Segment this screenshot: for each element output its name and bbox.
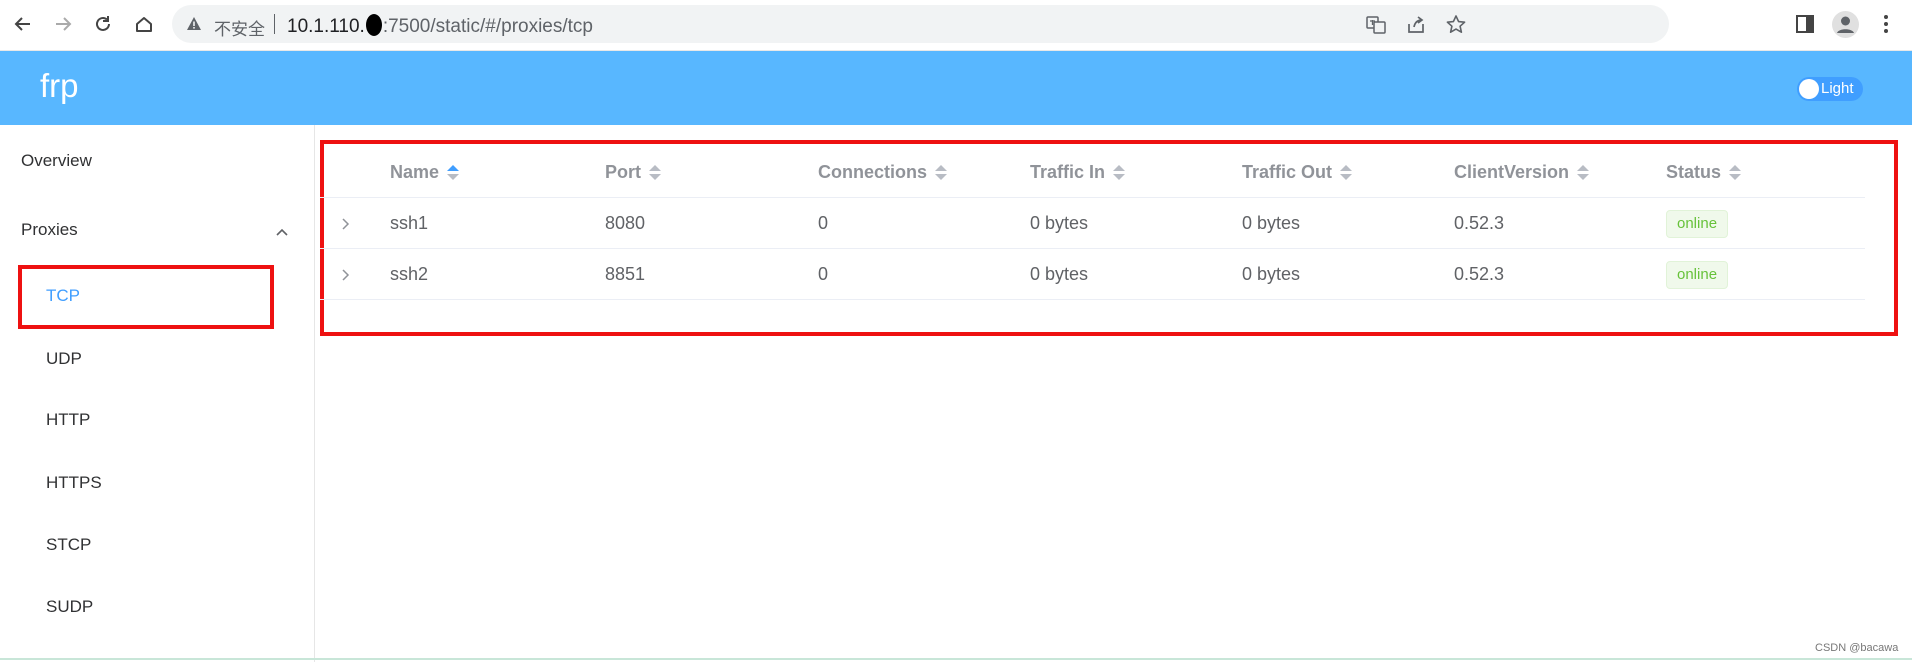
sidebar-item-label: Proxies bbox=[21, 220, 78, 239]
column-header-name[interactable]: Name bbox=[390, 147, 460, 198]
column-header-client-version[interactable]: ClientVersion bbox=[1454, 147, 1590, 198]
reload-icon[interactable] bbox=[90, 11, 116, 37]
sort-icon[interactable] bbox=[1729, 164, 1742, 182]
sort-icon[interactable] bbox=[1577, 164, 1590, 182]
column-header-label: Traffic In bbox=[1030, 162, 1106, 182]
sidebar-item-label: HTTP bbox=[46, 410, 91, 429]
sidebar-item-overview[interactable]: Overview bbox=[0, 141, 314, 181]
cell-connections: 0 bbox=[818, 264, 829, 284]
forward-icon[interactable] bbox=[50, 11, 76, 37]
table-row[interactable]: ssh2 8851 0 0 bytes 0 bytes 0.52.3 onlin… bbox=[320, 249, 1865, 300]
address-bar[interactable]: 不安全 10.1.110. :7500/static/#/proxies/tcp bbox=[172, 5, 1669, 43]
sidebar-item-label: Overview bbox=[21, 151, 92, 170]
omnibox-separator bbox=[274, 14, 275, 34]
url-host: 10.1.110. bbox=[287, 16, 365, 37]
sidebar-group-proxies[interactable]: Proxies bbox=[0, 210, 314, 250]
url-path: :7500/static/#/proxies/tcp bbox=[382, 16, 593, 37]
bookmark-star-icon[interactable] bbox=[1445, 14, 1467, 36]
cell-traffic-out: 0 bytes bbox=[1242, 213, 1301, 233]
browser-toolbar: 不安全 10.1.110. :7500/static/#/proxies/tcp bbox=[0, 0, 1912, 51]
watermark: CSDN @bacawa bbox=[1815, 642, 1899, 654]
column-header-label: Status bbox=[1666, 162, 1722, 182]
sidebar-item-label: STCP bbox=[46, 535, 92, 554]
cell-status: online bbox=[1666, 198, 1729, 249]
sort-icon[interactable] bbox=[935, 164, 948, 182]
cell-traffic-in: 0 bytes bbox=[1030, 213, 1089, 233]
sidebar-item-http[interactable]: HTTP bbox=[0, 400, 314, 440]
cell-port: 8080 bbox=[605, 213, 646, 233]
url-text[interactable]: 10.1.110. :7500/static/#/proxies/tcp bbox=[287, 14, 593, 38]
cell-traffic-out: 0 bytes bbox=[1242, 264, 1301, 284]
warning-icon[interactable] bbox=[186, 16, 202, 32]
sidebar-item-stcp[interactable]: STCP bbox=[0, 525, 314, 565]
cell-name: ssh2 bbox=[390, 264, 429, 284]
chevron-up-icon bbox=[275, 224, 289, 238]
theme-switch-knob bbox=[1799, 79, 1819, 99]
app-brand[interactable]: frp bbox=[40, 67, 79, 105]
sidebar-item-label: HTTPS bbox=[46, 473, 102, 492]
sidebar-item-sudp[interactable]: SUDP bbox=[0, 587, 314, 627]
column-header-label: Name bbox=[390, 162, 440, 182]
table-row[interactable]: ssh1 8080 0 0 bytes 0 bytes 0.52.3 onlin… bbox=[320, 198, 1865, 249]
cell-client-version: 0.52.3 bbox=[1454, 213, 1505, 233]
insecure-label: 不安全 bbox=[214, 20, 265, 39]
app-header: frp Light bbox=[0, 51, 1912, 125]
profile-avatar[interactable] bbox=[1832, 11, 1859, 38]
column-header-label: Connections bbox=[818, 162, 928, 182]
theme-label: Light bbox=[1821, 80, 1854, 97]
sidebar-item-label: SUDP bbox=[46, 597, 94, 616]
cell-client-version: 0.52.3 bbox=[1454, 264, 1505, 284]
column-header-port[interactable]: Port bbox=[605, 147, 661, 198]
column-header-label: Traffic Out bbox=[1242, 162, 1333, 182]
translate-icon[interactable] bbox=[1365, 14, 1387, 36]
cell-connections: 0 bbox=[818, 213, 829, 233]
chevron-right-icon[interactable] bbox=[340, 198, 352, 249]
share-icon[interactable] bbox=[1405, 14, 1427, 36]
status-badge: online bbox=[1666, 209, 1729, 238]
status-badge: online bbox=[1666, 260, 1729, 289]
sort-icon[interactable] bbox=[1340, 164, 1353, 182]
side-panel-icon[interactable] bbox=[1793, 12, 1817, 36]
cell-name: ssh1 bbox=[390, 213, 429, 233]
column-header-connections[interactable]: Connections bbox=[818, 147, 948, 198]
cell-traffic-in: 0 bytes bbox=[1030, 264, 1089, 284]
sidebar-item-udp[interactable]: UDP bbox=[0, 339, 314, 379]
bottom-divider bbox=[0, 658, 1912, 660]
column-header-status[interactable]: Status bbox=[1666, 147, 1742, 198]
annotation-box-tcp bbox=[18, 265, 274, 329]
chevron-right-icon[interactable] bbox=[340, 249, 352, 300]
column-header-traffic-out[interactable]: Traffic Out bbox=[1242, 147, 1353, 198]
sort-icon[interactable] bbox=[1113, 164, 1126, 182]
sort-icon[interactable] bbox=[447, 164, 460, 182]
sort-icon[interactable] bbox=[649, 164, 661, 182]
column-header-traffic-in[interactable]: Traffic In bbox=[1030, 147, 1126, 198]
theme-switch[interactable]: Light bbox=[1797, 77, 1863, 101]
sidebar-item-label: UDP bbox=[46, 349, 82, 368]
column-header-label: ClientVersion bbox=[1454, 162, 1570, 182]
sidebar: Overview Proxies TCP UDP HTTP HTTPS STCP… bbox=[0, 125, 315, 662]
cell-status: online bbox=[1666, 249, 1729, 300]
column-header-label: Port bbox=[605, 162, 641, 182]
more-menu-icon[interactable] bbox=[1874, 12, 1898, 36]
back-icon[interactable] bbox=[10, 11, 36, 37]
table-header: Name Port Connections Traffic In Traffic… bbox=[320, 147, 1865, 198]
redaction-mark bbox=[365, 14, 382, 36]
home-icon[interactable] bbox=[131, 11, 157, 37]
cell-port: 8851 bbox=[605, 264, 646, 284]
sidebar-item-https[interactable]: HTTPS bbox=[0, 463, 314, 503]
